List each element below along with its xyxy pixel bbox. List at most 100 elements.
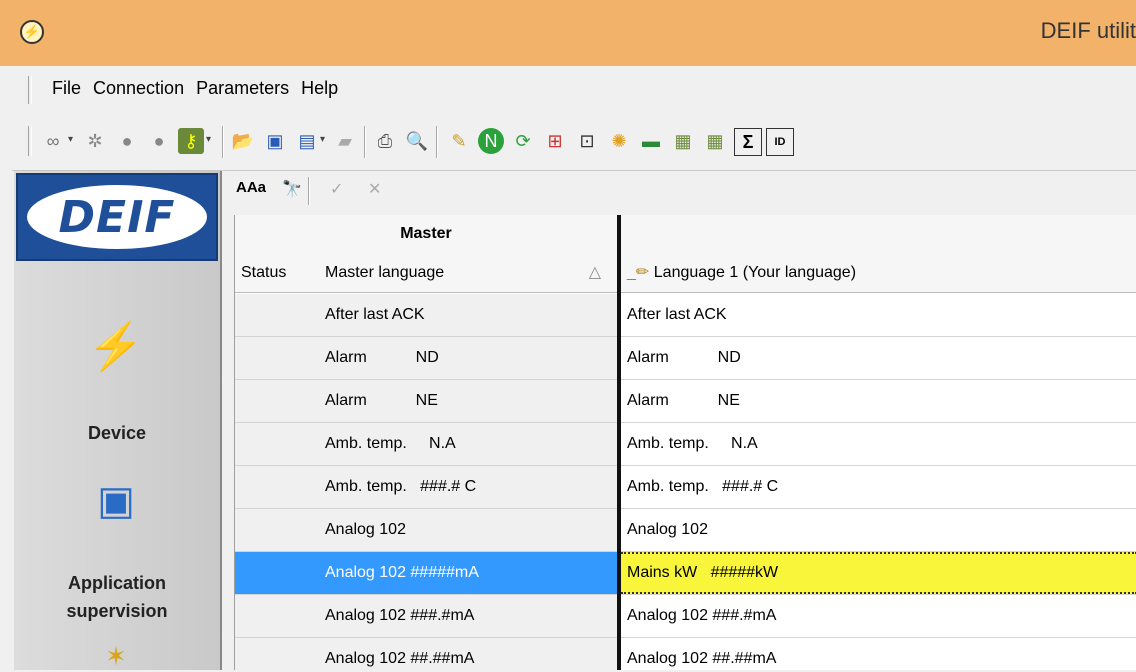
table-row[interactable]: Analog 102 Analog 102 xyxy=(235,509,1136,552)
status-cell[interactable] xyxy=(235,294,318,336)
column-header-language-label: Language 1 (Your language) xyxy=(653,264,857,281)
print-preview-icon[interactable]: 🔍 xyxy=(404,128,430,154)
sidebar-item-application-supervision[interactable]: Application supervision xyxy=(14,569,220,625)
master-cell[interactable]: Alarm NE xyxy=(317,380,617,422)
language-cell[interactable]: Amb. temp. N.A xyxy=(621,423,1136,465)
save-icon[interactable]: ▣ xyxy=(262,128,288,154)
column-header-master-label: Master language xyxy=(325,264,445,281)
open-folder-icon[interactable]: 📂 xyxy=(230,128,256,154)
status-cell[interactable] xyxy=(235,595,318,637)
table-row[interactable]: Alarm ND Alarm ND xyxy=(235,337,1136,380)
menu-parameters[interactable]: Parameters xyxy=(190,78,295,99)
ruler-icon[interactable]: ✎ xyxy=(446,128,472,154)
sidebar-item-device[interactable]: Device xyxy=(14,423,220,444)
menu-file[interactable]: File xyxy=(46,78,87,99)
download-2-icon[interactable]: ▦ xyxy=(702,128,728,154)
upload-icon[interactable]: ▰ xyxy=(332,128,358,154)
menu-bar: File Connection Parameters Help xyxy=(12,66,1136,113)
id-icon[interactable]: ID xyxy=(766,128,794,156)
master-cell[interactable]: Amb. temp. N.A xyxy=(317,423,617,465)
table-row[interactable]: Amb. temp. ###.# C Amb. temp. ###.# C xyxy=(235,466,1136,509)
sparkle-icon[interactable]: ✺ xyxy=(606,128,632,154)
menu-help[interactable]: Help xyxy=(295,78,344,99)
language-cell[interactable]: Alarm NE xyxy=(621,380,1136,422)
sigma-icon[interactable]: Σ xyxy=(734,128,762,156)
key-icon[interactable]: ⚷ xyxy=(178,128,204,154)
pencil-icon: _✏ xyxy=(627,264,650,281)
column-divider[interactable] xyxy=(617,215,621,670)
menu-connection[interactable]: Connection xyxy=(87,78,190,99)
check-icon[interactable]: ✓ xyxy=(330,179,343,199)
people-icon[interactable]: ● xyxy=(146,128,172,154)
logo-text: DEIF xyxy=(27,185,207,249)
deif-logo: DEIF xyxy=(16,173,218,261)
master-cell[interactable]: Amb. temp. ###.# C xyxy=(317,466,617,508)
toolbar-separator xyxy=(364,126,366,158)
status-cell[interactable] xyxy=(235,380,318,422)
add-param-icon[interactable]: ⊞ xyxy=(542,128,568,154)
toolbar-separator xyxy=(436,126,438,158)
language-cell-editing[interactable]: Mains kW #####kW xyxy=(621,552,1136,594)
status-cell[interactable] xyxy=(235,552,318,594)
menubar-grip[interactable] xyxy=(28,76,32,104)
master-cell[interactable]: After last ACK xyxy=(317,294,617,336)
toolbar-separator xyxy=(222,126,224,158)
chevron-down-icon[interactable]: ▾ xyxy=(68,134,73,145)
toolbar-grip[interactable] xyxy=(28,126,32,156)
print-icon[interactable]: ⎙ xyxy=(372,128,398,154)
column-header-language-1[interactable]: _✏ Language 1 (Your language) xyxy=(621,253,1136,293)
master-cell[interactable]: Analog 102 xyxy=(317,509,617,551)
n-circle-icon[interactable]: N xyxy=(478,128,504,154)
status-cell[interactable] xyxy=(235,423,318,465)
edit-param-icon[interactable]: ⊡ xyxy=(574,128,600,154)
status-cell[interactable] xyxy=(235,337,318,379)
master-cell[interactable]: Analog 102 #####mA xyxy=(317,552,617,594)
chevron-down-icon[interactable]: ▾ xyxy=(320,134,325,145)
chevron-down-icon[interactable]: ▾ xyxy=(206,134,211,145)
table-row-selected[interactable]: Analog 102 #####mA Mains kW #####kW xyxy=(235,552,1136,595)
table-row[interactable]: After last ACK After last ACK xyxy=(235,294,1136,337)
language-cell[interactable]: Alarm ND xyxy=(621,337,1136,379)
sort-ascending-icon: △ xyxy=(588,264,601,281)
master-cell[interactable]: Alarm ND xyxy=(317,337,617,379)
language-cell[interactable]: Analog 102 ###.#mA xyxy=(621,595,1136,637)
font-size-button[interactable]: AAa xyxy=(236,179,266,196)
language-cell[interactable]: After last ACK xyxy=(621,294,1136,336)
refresh-icon[interactable]: ⟳ xyxy=(510,128,536,154)
table-row[interactable]: Alarm NE Alarm NE xyxy=(235,380,1136,423)
save-all-icon[interactable]: ▤ xyxy=(294,128,320,154)
window-title: DEIF utilit xyxy=(1040,18,1136,43)
factory-lightning-icon[interactable]: ⚡ xyxy=(76,311,156,381)
grid-toolbar: AAa 🔭 ✓ ✕ xyxy=(222,171,1136,215)
language-cell[interactable]: Analog 102 xyxy=(621,509,1136,551)
snowflake-icon[interactable]: ✲ xyxy=(82,128,108,154)
translation-grid: Master Status Master language △ _✏ Langu… xyxy=(234,215,1136,670)
sidebar: DEIF ⚡ Device ▣ Application supervision … xyxy=(14,171,222,671)
group-header-empty xyxy=(621,215,1136,254)
status-cell[interactable] xyxy=(235,638,318,670)
toolbar-separator xyxy=(308,177,310,205)
link-icon[interactable]: ∞ xyxy=(40,128,66,154)
application-monitor-icon[interactable]: ▣ xyxy=(86,471,146,531)
group-header-master: Master xyxy=(235,215,617,254)
binoculars-icon[interactable]: 🔭 xyxy=(282,179,302,199)
new-document-icon[interactable]: ✶ xyxy=(96,641,136,671)
battery-icon[interactable]: ▬ xyxy=(638,128,664,154)
table-row[interactable]: Amb. temp. N.A Amb. temp. N.A xyxy=(235,423,1136,466)
main-toolbar: ∞ ▾ ✲ ● ● ⚷ ▾ 📂 ▣ ▤ ▾ ▰ ⎙ 🔍 ✎ N ⟳ ⊞ ⊡ ✺ … xyxy=(12,112,1136,171)
status-cell[interactable] xyxy=(235,466,318,508)
language-cell[interactable]: Analog 102 ##.##mA xyxy=(621,638,1136,670)
master-cell[interactable]: Analog 102 ###.#mA xyxy=(317,595,617,637)
status-cell[interactable] xyxy=(235,509,318,551)
download-icon[interactable]: ▦ xyxy=(670,128,696,154)
title-bar: ⚡ DEIF utilit xyxy=(0,0,1136,66)
language-cell[interactable]: Amb. temp. ###.# C xyxy=(621,466,1136,508)
people-icon[interactable]: ● xyxy=(114,128,140,154)
column-header-status[interactable]: Status xyxy=(235,253,317,293)
table-row[interactable]: Analog 102 ##.##mA Analog 102 ##.##mA xyxy=(235,638,1136,670)
cross-icon[interactable]: ✕ xyxy=(368,179,381,199)
app-icon[interactable]: ⚡ xyxy=(20,20,44,44)
master-cell[interactable]: Analog 102 ##.##mA xyxy=(317,638,617,670)
table-row[interactable]: Analog 102 ###.#mA Analog 102 ###.#mA xyxy=(235,595,1136,638)
column-header-master-language[interactable]: Master language △ xyxy=(317,253,617,293)
